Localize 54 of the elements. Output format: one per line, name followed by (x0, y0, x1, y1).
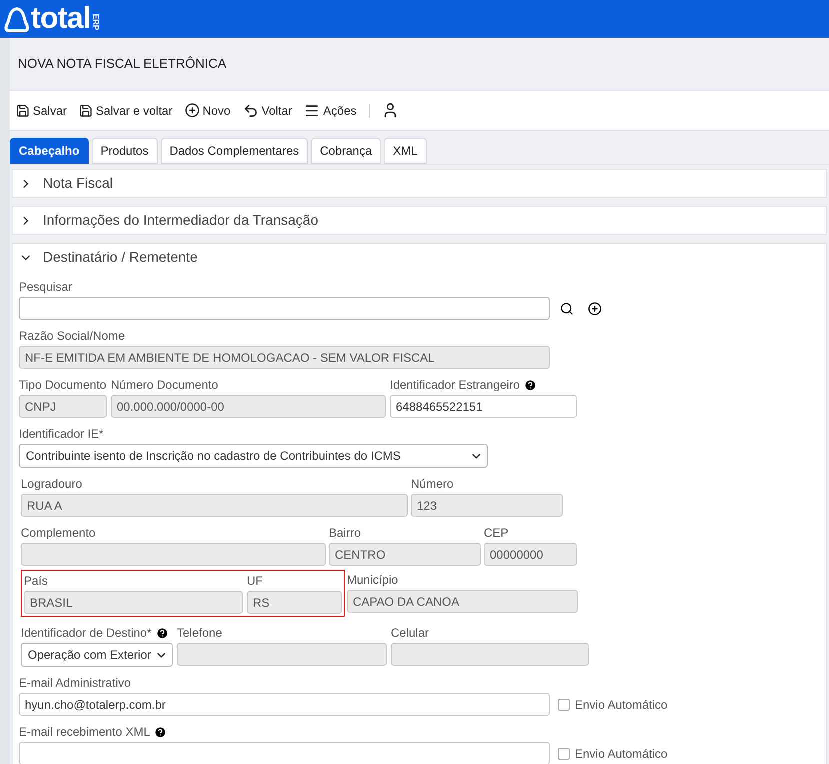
checkbox-label: Envio Automático (575, 746, 668, 762)
section-header[interactable]: Nota Fiscal (13, 170, 114, 197)
logo-suffix: ERP (92, 14, 100, 30)
toolbar-button[interactable]: Salvar e voltar (79, 102, 173, 120)
input-field[interactable]: 6488465522151 (390, 395, 577, 418)
checkbox-label: Envio Automático (575, 696, 668, 714)
field-label: Razão Social/Nome (19, 328, 126, 345)
field-label: Pesquisar (19, 279, 72, 296)
plus-circle-icon[interactable] (588, 302, 602, 316)
tab[interactable]: Cabeçalho (10, 138, 89, 164)
field-label: Número (411, 476, 454, 493)
menu-icon (304, 102, 320, 118)
toolbar-button[interactable]: Voltar (242, 102, 292, 120)
logo-bell-icon (4, 6, 30, 34)
tab[interactable]: Dados Complementares (160, 138, 308, 164)
field-label: E-mail recebimento XML (19, 724, 150, 741)
toolbar-button[interactable]: Salvar (16, 102, 68, 120)
help-icon[interactable] (156, 626, 169, 640)
field-label: Logradouro (21, 476, 82, 493)
toolbar-button[interactable]: Ações (304, 102, 357, 120)
help-icon[interactable] (524, 378, 538, 392)
field-label: E-mail Administrativo (19, 675, 132, 692)
checkbox[interactable] (558, 698, 570, 710)
field-label: Celular (391, 625, 430, 642)
checkbox[interactable] (558, 748, 570, 760)
field-label: Identificador de Destino* (21, 625, 152, 642)
field-label: UF (247, 573, 263, 590)
toolbar-button[interactable]: Novo (184, 102, 231, 120)
plus-circle-icon (184, 103, 200, 118)
field-label: Bairro (329, 525, 362, 542)
logo-text: total (31, 4, 91, 34)
tab[interactable]: Produtos (92, 138, 158, 164)
field-label: País (24, 573, 48, 590)
page-title: NOVA NOTA FISCAL ELETRÔNICA (18, 55, 227, 74)
section-header[interactable]: Informações do Intermediador da Transação (13, 207, 318, 234)
field-label: Telefone (177, 625, 222, 642)
field-label: Complemento (21, 525, 96, 542)
back-arrow-icon (242, 102, 259, 118)
help-icon[interactable] (154, 726, 168, 738)
input-field[interactable]: hyun.cho@totalerp.com.br (19, 693, 550, 716)
section-header[interactable]: Destinatário / Remetente (13, 244, 198, 271)
field-label: Tipo Documento (19, 377, 107, 394)
tab[interactable]: Cobrança (311, 138, 382, 164)
search-icon[interactable] (560, 302, 574, 316)
field-label: Identificador IE* (19, 426, 104, 443)
field-label: CEP (484, 525, 509, 542)
field-label: Município (347, 572, 398, 589)
field-label: Número Documento (111, 377, 218, 394)
input-field[interactable] (19, 742, 550, 764)
select-field[interactable]: Operação com Exterior (21, 643, 173, 667)
tab[interactable]: XML (384, 138, 427, 164)
select-field[interactable]: Contribuinte isento de Inscrição no cadastro de Contribuintes do ICMS (19, 444, 488, 468)
field-label: Identificador Estrangeiro (390, 377, 520, 394)
search-field[interactable] (19, 297, 550, 320)
